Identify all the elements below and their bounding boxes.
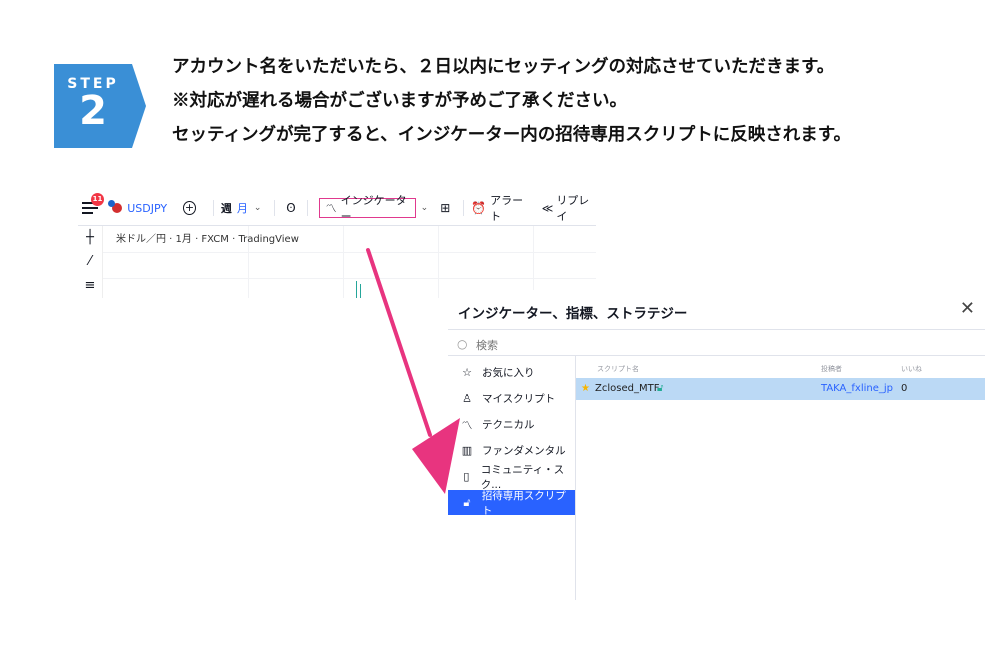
bookmark-icon: ▯ [463,470,470,483]
chart-title: 米ドル／円 · 1月 · FXCM · TradingView [116,234,299,245]
lock-icon: 🔓︎ [463,495,471,509]
currency-flag-icon [108,200,123,213]
search-icon: ○ [457,337,468,351]
alarm-clock-icon[interactable]: ⏰ [471,201,486,215]
trend-line-icon[interactable]: ⁄ [82,254,98,270]
add-symbol-icon[interactable]: + [183,201,196,215]
chart-area[interactable]: ┼ ⁄ ≡ 米ドル／円 · 1月 · FXCM · TradingView [78,225,596,298]
lock-icon: 🔓︎ [657,383,664,394]
script-author[interactable]: TAKA_fxline_jp [821,383,893,394]
drawing-toolbar: ┼ ⁄ ≡ [78,226,103,298]
script-list-header: スクリプト名 投稿者 いいね [575,364,985,376]
star-icon[interactable]: ★ [581,383,590,394]
chart-candle [356,281,357,298]
layout-grid-icon[interactable]: ⊞ [440,201,450,215]
menu-icon[interactable]: 11 [82,193,104,216]
chart-candle [360,284,361,298]
column-header-likes: いいね [901,365,922,373]
user-icon: ♙ [462,392,472,405]
search-input[interactable] [474,335,678,355]
step-badge: STEP 2 [54,64,146,148]
instruction-line: セッティングが完了すると、インジケーター内の招待専用スクリプトに反映されます。 [172,125,851,145]
divider [212,200,214,216]
sidebar-item-label: テクニカル [482,419,535,431]
instruction-line: アカウント名をいただいたら、２日以内にセッティングの対応させていただきます。 [172,57,835,77]
sidebar-item-label: ファンダメンタル [482,445,566,457]
sidebar-item-fundamentals[interactable]: ▥ ファンダメンタル [448,438,575,463]
indicators-dialog: インジケーター、指標、ストラテジー ✕ ○ ☆ お気に入り ♙ マイスクリプト … [448,290,985,600]
step-number: 2 [79,88,107,134]
indicators-label: インジケーター [340,194,407,223]
column-header-author: 投稿者 [821,365,842,373]
column-header-script: スクリプト名 [597,365,639,373]
divider [463,200,465,216]
dialog-title: インジケーター、指標、ストラテジー [458,306,688,322]
symbol-text: USDJPY [127,201,168,215]
sidebar-item-my-scripts[interactable]: ♙ マイスクリプト [448,386,575,411]
replay-icon[interactable]: ≪ [542,202,554,215]
candlestick-icon[interactable]: ʘ [286,201,295,215]
replay-label[interactable]: リプレイ [556,192,596,224]
sidebar-item-community[interactable]: ▯ コミュニティ・スク... [448,464,575,491]
notification-badge: 11 [91,193,104,206]
indicator-icon: 〽 [325,202,337,215]
star-outline-icon: ☆ [462,366,472,379]
alerts-label[interactable]: アラート [490,192,530,224]
table-row[interactable]: ★ Zclosed_MTF 🔓︎ TAKA_fxline_jp 0 [576,378,985,400]
symbol-selector[interactable]: USDJPY [108,200,183,215]
dialog-sidebar: ☆ お気に入り ♙ マイスクリプト 〽 テクニカル ▥ ファンダメンタル ▯ コ… [448,356,576,600]
script-name[interactable]: Zclosed_MTF [595,383,659,394]
sidebar-item-invite-only[interactable]: 🔓︎ 招待専用スクリプト [448,489,575,517]
chart-icon: 〽 [461,418,473,432]
divider [306,200,308,216]
indicators-button[interactable]: 〽 インジケーター [318,194,416,223]
chart-toolbar: 11 USDJPY + 週 月 ⌄ ʘ 〽 インジケーター ⌄ ⊞ ⏰ アラート… [78,193,596,223]
sidebar-item-label: お気に入り [482,367,535,379]
timeframe-month[interactable]: 月 [237,200,248,216]
sidebar-item-label: マイスクリプト [482,393,556,405]
divider [274,200,276,216]
chevron-down-icon[interactable]: ⌄ [254,203,262,213]
timeframe-week[interactable]: 週 [221,200,232,216]
instructions: アカウント名をいただいたら、２日以内にセッティングの対応させていただきます。 ※… [172,50,992,152]
sidebar-item-technicals[interactable]: 〽 テクニカル [448,412,575,437]
sidebar-item-favorites[interactable]: ☆ お気に入り [448,360,575,385]
bar-chart-icon: ▥ [461,444,473,457]
fib-lines-icon[interactable]: ≡ [82,278,98,294]
sidebar-item-label: 招待専用スクリプト [481,489,566,517]
script-likes: 0 [901,383,908,394]
crosshair-icon[interactable]: ┼ [82,230,98,246]
instruction-line: ※対応が遅れる場合がございますが予めご了承ください。 [172,91,627,111]
close-icon[interactable]: ✕ [960,298,975,319]
chevron-down-icon[interactable]: ⌄ [421,203,429,213]
